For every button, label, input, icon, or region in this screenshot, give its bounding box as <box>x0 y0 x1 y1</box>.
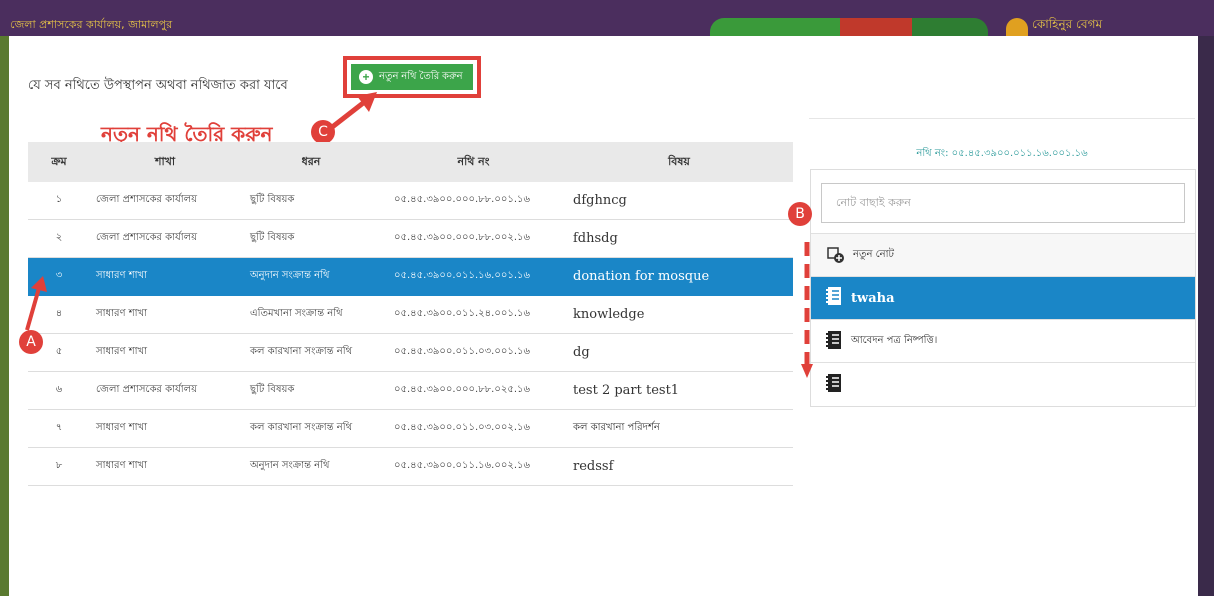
table-row-selected[interactable]: ৩ সাধারণ শাখা অনুদান সংক্রান্ত নথি ০৫.৪৫… <box>28 257 793 296</box>
annotation-arrow-b <box>801 242 813 378</box>
cell-subject: test 2 part test1 <box>565 371 793 410</box>
cell-serial: ৭ <box>28 409 90 448</box>
cell-branch: সাধারণ শাখা <box>90 257 240 296</box>
note-search-input[interactable]: নোট বাছাই করুন <box>821 183 1185 223</box>
annotation-arrow-c <box>329 92 377 130</box>
col-header-branch: শাখা <box>90 142 240 182</box>
cell-serial: ৮ <box>28 447 90 486</box>
annotation-badge-b: B <box>788 202 812 226</box>
cell-file-no: ০৫.৪৫.৩৯০০.০১১.০৩.০০২.১৬ <box>382 409 565 448</box>
cell-subject: dg <box>565 333 793 372</box>
table-row[interactable]: ৪ সাধারণ শাখা এতিমখানা সংক্রান্ত নথি ০৫.… <box>28 295 793 334</box>
new-note-label: নতুন নোট <box>853 248 894 260</box>
table-row[interactable]: ৭ সাধারণ শাখা কল কারখানা সংক্রান্ত নথি ০… <box>28 409 793 448</box>
cell-serial: ৬ <box>28 371 90 410</box>
nav-pill-2[interactable] <box>776 18 840 36</box>
col-header-subject: বিষয় <box>565 142 793 182</box>
file-table: ক্রম শাখা ধরন নথি নং বিষয় ১ জেলা প্রশাস… <box>28 142 793 486</box>
table-row[interactable]: ৮ সাধারণ শাখা অনুদান সংক্রান্ত নথি ০৫.৪৫… <box>28 447 793 486</box>
cell-file-no: ০৫.৪৫.৩৯০০.০১১.১৬.০০১.১৬ <box>382 257 565 296</box>
top-bar: জেলা প্রশাসকের কার্যালয়, জামালপুর কোহিন… <box>0 0 1214 36</box>
table-row[interactable]: ১ জেলা প্রশাসকের কার্যালয় ছুটি বিষয়ক ০… <box>28 182 793 220</box>
new-note-item[interactable]: নতুন নোট <box>811 233 1195 276</box>
page-title: যে সব নথিতে উপস্থাপন অথবা নথিজাত করা যাব… <box>28 78 288 93</box>
notes-panel: নোট বাছাই করুন নতুন নোট twaha আবেদন পত্র… <box>810 169 1196 407</box>
annotation-arrow-a <box>25 276 47 331</box>
cell-file-no: ০৫.৪৫.৩৯০০.০১১.২৪.০০১.১৬ <box>382 295 565 334</box>
cell-file-no: ০৫.৪৫.৩৯০০.০০০.৮৮.০০২.১৬ <box>382 219 565 258</box>
cell-type: ছুটি বিষয়ক <box>240 182 382 220</box>
note-item-selected[interactable]: twaha <box>811 276 1195 319</box>
cell-type: ছুটি বিষয়ক <box>240 371 382 410</box>
left-background-strip <box>0 36 9 596</box>
note-item[interactable] <box>811 362 1195 405</box>
cell-type: কল কারখানা সংক্রান্ত নথি <box>240 409 382 448</box>
nav-pill-4[interactable] <box>912 18 988 36</box>
nav-pill-3[interactable] <box>840 18 912 36</box>
table-header-row: ক্রম শাখা ধরন নথি নং বিষয় <box>28 142 793 182</box>
cell-branch: জেলা প্রশাসকের কার্যালয় <box>90 371 240 410</box>
cell-branch: সাধারণ শাখা <box>90 409 240 448</box>
table-row[interactable]: ৬ জেলা প্রশাসকের কার্যালয় ছুটি বিষয়ক ০… <box>28 371 793 410</box>
table-row[interactable]: ২ জেলা প্রশাসকের কার্যালয় ছুটি বিষয়ক ০… <box>28 219 793 258</box>
cell-subject: redssf <box>565 447 793 486</box>
nav-pill-1[interactable] <box>710 18 776 36</box>
cell-type: এতিমখানা সংক্রান্ত নথি <box>240 295 382 334</box>
cell-branch: সাধারণ শাখা <box>90 447 240 486</box>
col-header-serial: ক্রম <box>28 142 90 182</box>
cell-branch: সাধারণ শাখা <box>90 333 240 372</box>
cell-subject: dfghncg <box>565 182 793 220</box>
cell-type: কল কারখানা সংক্রান্ত নথি <box>240 333 382 372</box>
new-file-button-label: নতুন নথি তৈরি করুন <box>379 70 463 82</box>
cell-subject: donation for mosque <box>565 257 793 296</box>
cell-type: অনুদান সংক্রান্ত নথি <box>240 257 382 296</box>
cell-file-no: ০৫.৪৫.৩৯০০.০১১.১৬.০০২.১৬ <box>382 447 565 486</box>
new-note-icon <box>825 244 845 267</box>
cell-file-no: ০৫.৪৫.৩৯০০.০০০.৮৮.০২৫.১৬ <box>382 371 565 410</box>
table-row[interactable]: ৫ সাধারণ শাখা কল কারখানা সংক্রান্ত নথি ০… <box>28 333 793 372</box>
col-header-type: ধরন <box>240 142 382 182</box>
top-nav-pills[interactable] <box>710 18 988 36</box>
cell-type: অনুদান সংক্রান্ত নথি <box>240 447 382 486</box>
notebook-icon <box>825 373 843 396</box>
notebook-icon <box>825 330 843 353</box>
note-item[interactable]: আবেদন পত্র নিষ্পত্তি। <box>811 319 1195 362</box>
notebook-icon <box>825 286 843 310</box>
cell-branch: সাধারণ শাখা <box>90 295 240 334</box>
file-select-modal: যে সব নথিতে উপস্থাপন অথবা নথিজাত করা যাব… <box>9 36 1198 596</box>
cell-subject: fdhsdg <box>565 219 793 258</box>
cell-serial: ২ <box>28 219 90 258</box>
plus-icon: + <box>359 70 373 84</box>
org-name: জেলা প্রশাসকের কার্যালয়, জামালপুর <box>10 18 173 31</box>
right-background-strip <box>1198 36 1214 596</box>
cell-branch: জেলা প্রশাসকের কার্যালয় <box>90 182 240 220</box>
cell-branch: জেলা প্রশাসকের কার্যালয় <box>90 219 240 258</box>
cell-type: ছুটি বিষয়ক <box>240 219 382 258</box>
selected-file-number: নথি নং: ০৫.৪৫.৩৯০০.০১১.১৬.০০১.১৬ <box>916 148 1088 159</box>
user-name[interactable]: কোহিনুর বেগম <box>1032 16 1102 36</box>
cell-file-no: ০৫.৪৫.৩৯০০.০১১.০৩.০০১.১৬ <box>382 333 565 372</box>
avatar[interactable] <box>1006 18 1028 36</box>
divider <box>809 118 1195 119</box>
cell-serial: ১ <box>28 182 90 220</box>
col-header-file-no: নথি নং <box>382 142 565 182</box>
cell-subject: knowledge <box>565 295 793 334</box>
note-label: আবেদন পত্র নিষ্পত্তি। <box>851 334 938 346</box>
cell-subject: কল কারখানা পরিদর্শন <box>565 409 793 448</box>
note-label: twaha <box>851 290 895 306</box>
cell-file-no: ০৫.৪৫.৩৯০০.০০০.৮৮.০০১.১৬ <box>382 182 565 220</box>
